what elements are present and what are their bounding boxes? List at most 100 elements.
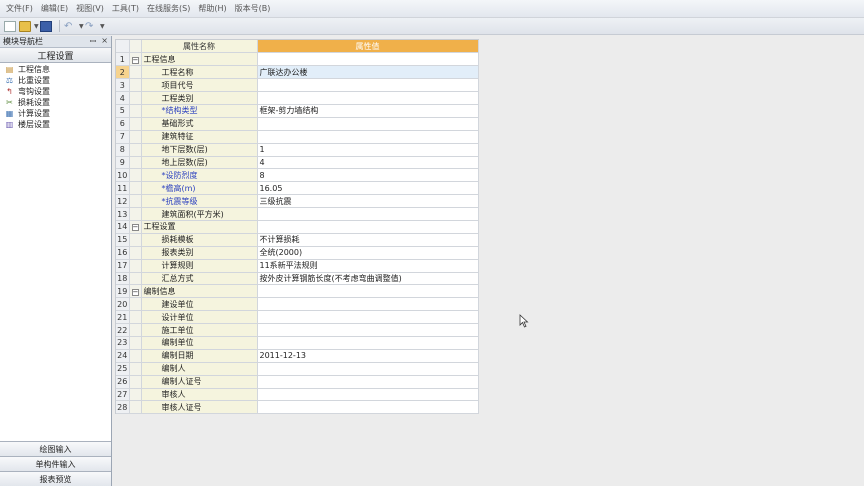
row-expand-cell [129,259,142,273]
menu-item[interactable]: 版本号(B) [235,3,271,14]
property-value-cell[interactable]: 11系新平法规则 [257,259,479,273]
table-row[interactable]: 18 汇总方式 按外皮计算钢筋长度(不考虑弯曲调整值) [116,272,479,286]
menu-item[interactable]: 编辑(E) [41,3,68,14]
collapse-icon[interactable]: − [131,224,139,232]
menu-item[interactable]: 在线服务(S) [147,3,190,14]
property-value-cell[interactable]: 8 [257,168,479,183]
table-row[interactable]: 3 项目代号 [116,78,479,93]
property-value-cell[interactable]: 4 [257,156,479,170]
property-value-cell[interactable] [257,117,479,131]
collapse-icon[interactable]: − [131,288,139,296]
nav-section-project-settings[interactable]: 工程设置 [0,48,111,63]
row-expand-cell [129,194,142,209]
table-row[interactable]: 28 审核人证号 [116,400,479,415]
nav-item[interactable]: ▤ 工程信息 [0,64,111,75]
menu-item[interactable]: 工具(T) [112,3,139,14]
close-icon[interactable]: × [101,36,108,47]
property-value-cell[interactable] [257,91,479,105]
table-row[interactable]: 8 地下层数(层) 1 [116,143,479,157]
table-row[interactable]: 12 *抗震等级 三级抗震 [116,194,479,209]
table-row[interactable]: 14− 工程设置 [116,220,479,234]
table-row[interactable]: 7 建筑特征 [116,130,479,144]
property-value-cell[interactable] [257,130,479,144]
table-row[interactable]: 1− 工程信息 [116,52,479,67]
property-value-cell[interactable]: 全统(2000) [257,246,479,260]
table-row[interactable]: 23 编制单位 [116,336,479,350]
nav-item[interactable]: ↰ 弯钩设置 [0,86,111,97]
menu-item[interactable]: 视图(V) [76,3,104,14]
table-row[interactable]: 2 工程名称 广联达办公楼 [116,65,479,80]
calc-icon: ▦ [5,109,14,118]
property-value-cell[interactable]: 不计算损耗 [257,233,479,247]
property-value-cell[interactable] [257,400,479,415]
row-number: 24 [116,349,130,363]
toolbar-separator [59,20,60,32]
weight-icon: ⚖ [5,76,14,85]
new-file-icon[interactable] [4,20,16,32]
undo-icon[interactable]: ↶ [64,21,76,32]
nav-item[interactable]: ▥ 楼层设置 [0,119,111,130]
property-value-cell[interactable] [257,310,479,325]
nav-item[interactable]: ⚖ 比重设置 [0,75,111,86]
menu-item[interactable]: 文件(F) [6,3,33,14]
row-expand-cell[interactable]: − [129,52,142,67]
property-value-cell[interactable]: 框架-剪力墙结构 [257,104,479,118]
table-row[interactable]: 19− 编制信息 [116,284,479,299]
table-row[interactable]: 10 *设防烈度 8 [116,168,479,183]
nav-panel-title: 模块导航栏 [3,37,43,46]
table-row[interactable]: 6 基础形式 [116,117,479,131]
property-value-cell[interactable] [257,388,479,402]
table-row[interactable]: 5 *结构类型 框架-剪力墙结构 [116,104,479,118]
table-row[interactable]: 15 损耗模板 不计算损耗 [116,233,479,247]
table-row[interactable]: 25 编制人 [116,362,479,376]
property-value-cell[interactable]: 三级抗震 [257,194,479,209]
save-icon[interactable] [40,20,52,32]
expand-header [129,40,142,54]
property-value-cell[interactable] [257,207,479,221]
row-number: 27 [116,388,130,402]
nav-bottom-button[interactable]: 报表预览 [0,471,111,486]
table-row[interactable]: 17 计算规则 11系新平法规则 [116,259,479,273]
nav-bottom-buttons: 绘图输入 单构件输入 报表预览 [0,441,111,486]
table-row[interactable]: 27 审核人 [116,388,479,402]
property-value-cell[interactable]: 1 [257,143,479,157]
property-value-cell[interactable]: 广联达办公楼 [257,65,479,80]
table-row[interactable]: 13 建筑面积(平方米) [116,207,479,221]
table-row[interactable]: 4 工程类别 [116,91,479,105]
row-expand-cell[interactable]: − [129,284,142,299]
table-row[interactable]: 16 报表类别 全统(2000) [116,246,479,260]
row-expand-cell [129,388,142,402]
open-folder-icon[interactable] [19,20,31,32]
row-expand-cell[interactable]: − [129,220,142,234]
table-row[interactable]: 26 编制人证号 [116,375,479,389]
property-value-cell[interactable] [257,362,479,376]
table-row[interactable]: 22 施工单位 [116,323,479,337]
property-value-cell[interactable] [257,220,479,234]
property-value-cell[interactable]: 2011-12-13 [257,349,479,363]
table-row[interactable]: 11 *檐高(m) 16.05 [116,181,479,196]
property-value-cell[interactable] [257,336,479,350]
property-value-cell[interactable]: 16.05 [257,181,479,196]
property-value-cell[interactable] [257,78,479,93]
property-value-cell[interactable] [257,284,479,299]
property-value-cell[interactable] [257,323,479,337]
pin-icon[interactable]: ꟷ [90,36,97,47]
redo-icon[interactable]: ↷ [85,21,97,32]
table-row[interactable]: 21 设计单位 [116,310,479,325]
table-row[interactable]: 24 编制日期 2011-12-13 [116,349,479,363]
nav-item[interactable]: ▦ 计算设置 [0,108,111,119]
property-value-cell[interactable]: 按外皮计算钢筋长度(不考虑弯曲调整值) [257,272,479,286]
chevron-down-icon[interactable]: ▼ [100,21,106,32]
property-value-cell[interactable] [257,52,479,67]
property-value-cell[interactable] [257,375,479,389]
property-name-cell: 地上层数(层) [141,156,258,170]
menu-item[interactable]: 帮助(H) [198,3,226,14]
table-row[interactable]: 9 地上层数(层) 4 [116,156,479,170]
property-value-cell[interactable] [257,297,479,312]
nav-bottom-button[interactable]: 单构件输入 [0,456,111,471]
table-row[interactable]: 20 建设单位 [116,297,479,312]
nav-bottom-button[interactable]: 绘图输入 [0,441,111,456]
property-name-cell: 基础形式 [141,117,258,131]
collapse-icon[interactable]: − [131,56,139,64]
nav-item[interactable]: ✂ 损耗设置 [0,97,111,108]
